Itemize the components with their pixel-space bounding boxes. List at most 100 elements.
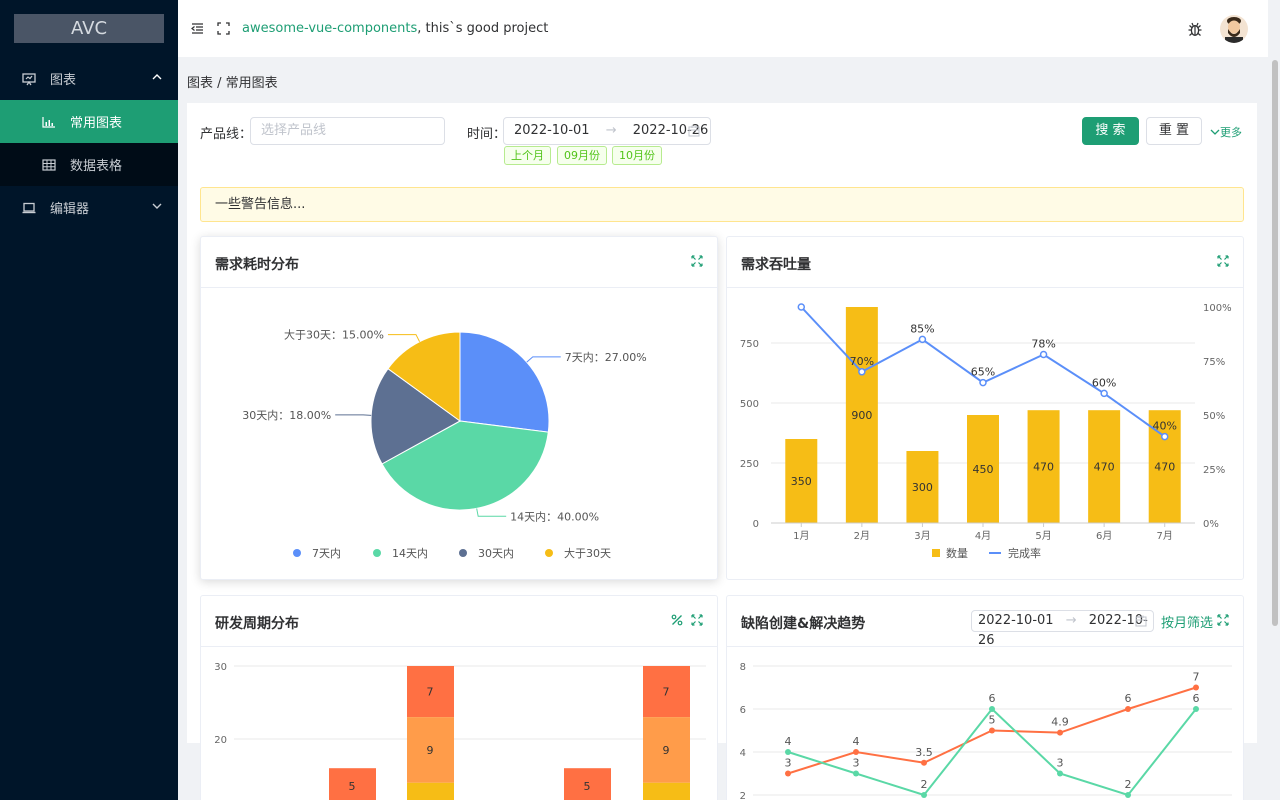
line-point [989, 706, 995, 712]
legend-label: 7天内 [312, 546, 341, 560]
product-line-label: 产品线： [200, 127, 253, 142]
bar-value-label: 350 [791, 475, 812, 488]
line-value-label: 7 [1193, 671, 1200, 684]
quick-tag-september[interactable]: 09月份 [557, 146, 607, 165]
bar-value-label: 470 [1033, 461, 1054, 474]
quick-tag-last-month[interactable]: 上个月 [504, 146, 551, 165]
line-point [1125, 706, 1131, 712]
reset-button[interactable]: 重 置 [1146, 117, 1202, 145]
segment-label: 7 [663, 686, 670, 699]
line-value-label: 70% [850, 355, 874, 368]
line-point [1125, 792, 1131, 798]
y2-tick-label: 50% [1203, 411, 1225, 422]
search-button[interactable]: 搜 索 [1082, 117, 1139, 145]
top-header: awesome-vue-components, this`s good proj… [178, 0, 1268, 57]
line-point [1100, 389, 1108, 398]
project-link[interactable]: awesome-vue-components [242, 21, 417, 36]
line-point [853, 770, 859, 777]
x-tick-label: 6月 [1096, 530, 1112, 542]
segment-label: 9 [663, 744, 670, 757]
y-tick-label: 6 [740, 705, 746, 716]
line-point [1057, 770, 1063, 777]
line-value-label: 2 [921, 778, 928, 791]
more-filters-link[interactable]: 更多 [1210, 124, 1242, 140]
pie-label-line [387, 334, 421, 342]
line-value-label: 3 [853, 757, 860, 770]
cycle-chart-card: 研发周期分布 20 30 5 7 9 5 7 9 [200, 595, 718, 800]
line-point [797, 303, 806, 311]
line-value-label: 40% [1152, 420, 1176, 433]
app-logo[interactable]: AVC [14, 14, 164, 43]
bar-chart-icon [42, 116, 55, 128]
line-value-label: 65% [971, 366, 995, 379]
line-point [1057, 729, 1063, 736]
pie-label-line [526, 356, 561, 363]
pie-label: 14天内：40.00% [510, 509, 599, 523]
line-value-label: 4 [785, 735, 792, 748]
sidebar-item-label: 常用图表 [70, 116, 123, 131]
line-point [785, 749, 791, 755]
line-value-label: 78% [1031, 338, 1055, 351]
bug-icon[interactable] [1188, 22, 1202, 37]
defect-chart-card: 缺陷创建&解决趋势 2022-10-01 → 2022-10-26 按月筛选 2… [726, 595, 1244, 800]
x-tick-label: 5月 [1035, 530, 1051, 542]
sidebar-menu: 图表 常用图表 数据表格 编辑器 [0, 57, 178, 229]
pie-slice [459, 331, 550, 433]
segment-label: 9 [427, 744, 434, 757]
sidebar-item-charts[interactable]: 图表 [0, 57, 178, 100]
legend-marker [545, 549, 553, 557]
line-value-label: 2 [1125, 778, 1132, 791]
segment-label: 7 [427, 686, 434, 699]
defect-chart: 2 4 6 8 3 4 3.5 5 4.9 6 7 4 3 2 6 3 2 6 [740, 662, 1232, 800]
quick-tag-october[interactable]: 10月份 [612, 146, 662, 165]
line-point [979, 378, 987, 387]
fullscreen-icon[interactable] [217, 22, 230, 35]
date-start: 2022-10-01 [514, 123, 590, 138]
legend-label: 30天内 [478, 546, 514, 560]
date-range-picker[interactable]: 2022-10-01 → 2022-10-26 [503, 117, 711, 145]
legend-marker [459, 549, 467, 557]
pie-label: 7天内：27.00% [565, 350, 647, 364]
stacked-bar-segment [407, 782, 454, 800]
sidebar-item-data-table[interactable]: 数据表格 [0, 143, 178, 186]
bar-value-label: 900 [851, 409, 872, 422]
line-value-label: 5 [989, 714, 996, 727]
y2-tick-label: 0% [1203, 519, 1219, 530]
y-tick-label: 750 [740, 339, 759, 350]
chevron-down-icon [152, 203, 162, 209]
y-tick-label: 0 [753, 519, 759, 530]
monitor-icon [22, 72, 36, 85]
segment-label: 5 [584, 780, 591, 793]
legend-label: 大于30天 [564, 546, 611, 560]
line-value-label: 4 [853, 735, 860, 748]
avatar[interactable] [1220, 15, 1248, 43]
line-point [1193, 706, 1199, 712]
legend-marker [932, 549, 940, 557]
menu-fold-icon[interactable] [191, 22, 204, 35]
sidebar-item-common-charts[interactable]: 常用图表 [0, 100, 178, 143]
product-line-select[interactable]: 选择产品线 [250, 117, 445, 145]
line-point [921, 792, 927, 798]
laptop-icon [22, 202, 36, 213]
bar-value-label: 470 [1094, 461, 1115, 474]
pie-label-line [476, 508, 507, 517]
sidebar-item-editor[interactable]: 编辑器 [0, 186, 178, 229]
time-label: 时间： [467, 127, 507, 142]
page-scrollbar[interactable] [1272, 60, 1278, 626]
x-tick-label: 1月 [793, 530, 809, 542]
cycle-chart: 20 30 5 7 9 5 7 9 [214, 662, 706, 800]
legend-label: 完成率 [1008, 546, 1041, 560]
sidebar-item-label: 数据表格 [70, 159, 123, 174]
pie-label: 大于30天：15.00% [284, 328, 384, 342]
line-point [921, 759, 927, 766]
more-label: 更多 [1220, 126, 1242, 139]
line-point [1039, 350, 1048, 359]
x-tick-label: 4月 [975, 530, 991, 542]
y-tick-label: 500 [740, 399, 759, 410]
line-point [858, 368, 866, 376]
pie-chart-card: 需求耗时分布 7天内：27.00% 14天内：40.00% 30天内：18.00% 大… [200, 236, 718, 580]
throughput-chart-card: 需求吞吐量 0 250 500 750 0% 25% 50% 75% 100% 350 1月 900 2… [726, 236, 1244, 580]
chevron-up-icon [152, 74, 162, 80]
line-value-label: 6 [1125, 692, 1132, 705]
breadcrumb: 图表 / 常用图表 [187, 76, 278, 91]
